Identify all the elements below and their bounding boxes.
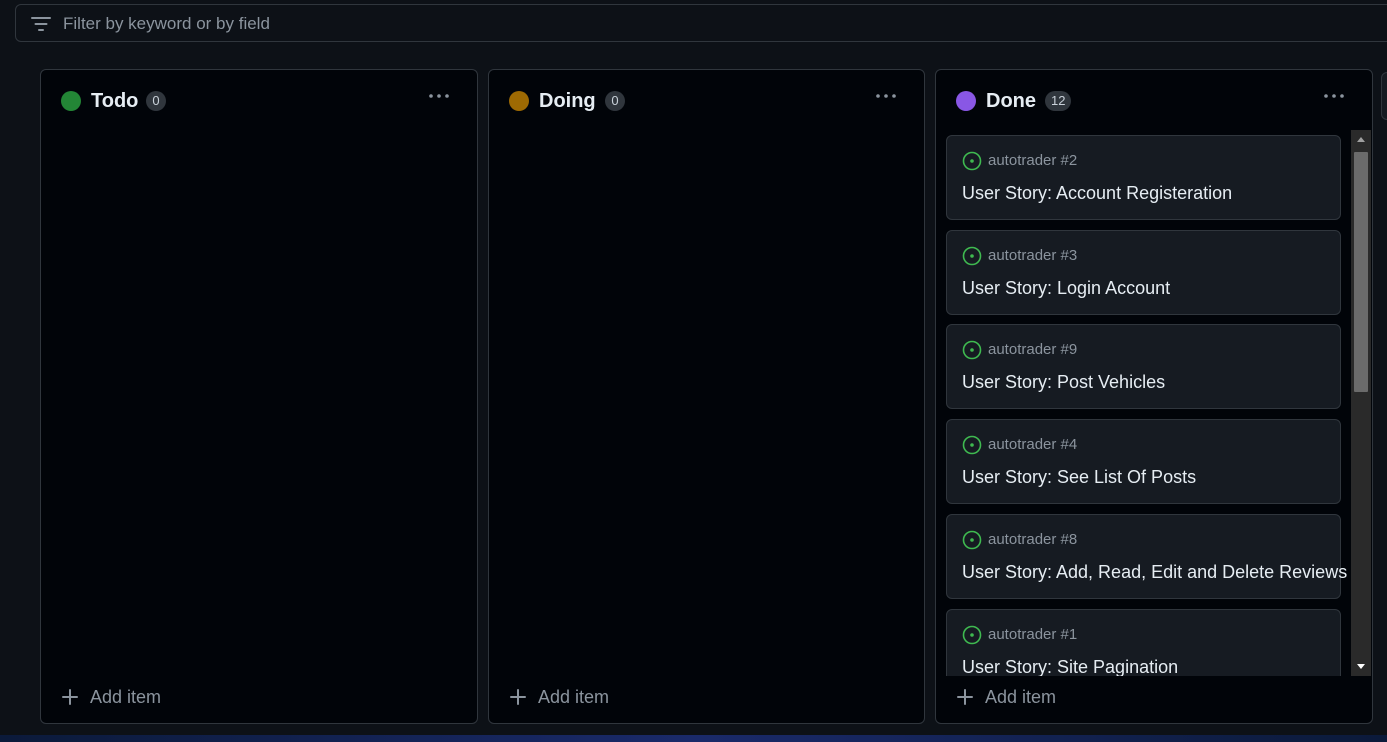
card-title[interactable]: User Story: Login Account (962, 277, 1170, 299)
column-todo: Todo 0 Add item (40, 69, 478, 724)
scroll-up-arrow-icon[interactable] (1351, 130, 1371, 150)
card-repo-label[interactable]: autotrader #4 (988, 436, 1077, 454)
card-repo-label[interactable]: autotrader #9 (988, 341, 1077, 359)
filter-bar[interactable] (15, 4, 1387, 43)
plus-icon (62, 689, 78, 705)
card-repo-label[interactable]: autotrader #2 (988, 152, 1077, 170)
issue-opened-icon (962, 530, 982, 550)
card-repo-label[interactable]: autotrader #1 (988, 626, 1077, 644)
column-count-badge: 12 (1045, 91, 1072, 111)
kebab-horizontal-icon[interactable] (874, 88, 898, 104)
issue-opened-icon (962, 340, 982, 360)
issue-opened-icon (962, 151, 982, 171)
taskbar-strip (0, 735, 1387, 742)
column-done: Done 12 autotrader #2 User Story: Accoun… (935, 69, 1373, 724)
issue-opened-icon (962, 435, 982, 455)
card-title[interactable]: User Story: Add, Read, Edit and Delete R… (962, 561, 1347, 583)
scrollbar-thumb[interactable] (1354, 152, 1368, 392)
issue-card[interactable]: autotrader #8 User Story: Add, Read, Edi… (946, 514, 1347, 599)
status-dot (61, 91, 81, 111)
card-list-scrollbar[interactable] (1351, 130, 1371, 676)
column-title: Todo (91, 90, 139, 112)
column-count-badge: 0 (605, 91, 625, 111)
filter-input[interactable] (61, 5, 1065, 43)
filter-icon (31, 17, 51, 31)
issue-opened-icon (962, 625, 982, 645)
add-item-button[interactable]: Add item (61, 685, 161, 709)
issue-card[interactable]: autotrader #3 User Story: Login Account (946, 230, 1341, 315)
card-title[interactable]: User Story: Post Vehicles (962, 371, 1165, 393)
card-title[interactable]: User Story: Account Registeration (962, 182, 1232, 204)
card-title[interactable]: User Story: Site Pagination (962, 656, 1178, 676)
column-count-badge: 0 (146, 91, 166, 111)
kebab-horizontal-icon[interactable] (1322, 88, 1346, 104)
add-item-button[interactable]: Add item (956, 685, 1056, 709)
issue-card[interactable]: autotrader #2 User Story: Account Regist… (946, 135, 1341, 220)
add-column-button[interactable] (1381, 72, 1387, 120)
issue-card[interactable]: autotrader #9 User Story: Post Vehicles (946, 324, 1341, 409)
add-item-label: Add item (985, 686, 1057, 707)
card-title[interactable]: User Story: See List Of Posts (962, 466, 1196, 488)
add-item-label: Add item (90, 686, 162, 707)
issue-card[interactable]: autotrader #1 User Story: Site Paginatio… (946, 609, 1341, 676)
kebab-horizontal-icon[interactable] (427, 88, 451, 104)
issue-opened-icon (962, 246, 982, 266)
status-dot (956, 91, 976, 111)
status-dot (509, 91, 529, 111)
column-title: Done (986, 90, 1036, 112)
scroll-down-arrow-icon[interactable] (1351, 656, 1371, 676)
plus-icon (510, 689, 526, 705)
card-repo-label[interactable]: autotrader #3 (988, 247, 1077, 265)
issue-card[interactable]: autotrader #4 User Story: See List Of Po… (946, 419, 1341, 504)
add-item-button[interactable]: Add item (509, 685, 609, 709)
column-doing: Doing 0 Add item (488, 69, 925, 724)
plus-icon (957, 689, 973, 705)
card-list[interactable]: autotrader #2 User Story: Account Regist… (946, 130, 1364, 676)
card-repo-label[interactable]: autotrader #8 (988, 531, 1077, 549)
add-item-label: Add item (538, 686, 610, 707)
column-title: Doing (539, 90, 596, 112)
